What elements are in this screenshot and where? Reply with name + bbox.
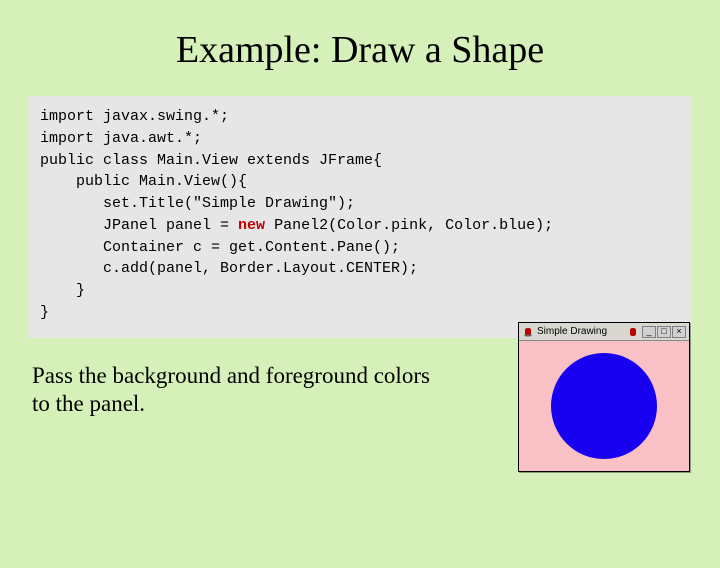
code-line: public Main.View(){ — [40, 171, 680, 193]
explanatory-text: Pass the background and foreground color… — [32, 362, 472, 420]
window-title: Simple Drawing — [537, 326, 624, 337]
minimize-button[interactable]: _ — [642, 326, 656, 338]
code-line: import java.awt.*; — [40, 128, 680, 150]
footnote-line: Pass the background and foreground color… — [32, 362, 472, 391]
java-window: Simple Drawing _ □ × — [518, 322, 690, 472]
window-controls: _ □ × — [642, 326, 686, 338]
code-line: c.add(panel, Border.Layout.CENTER); — [40, 258, 680, 280]
drawing-canvas — [519, 341, 689, 471]
keyword-new: new — [238, 217, 265, 234]
close-button[interactable]: × — [672, 326, 686, 338]
code-line: Container c = get.Content.Pane(); — [40, 237, 680, 259]
code-line: set.Title("Simple Drawing"); — [40, 193, 680, 215]
maximize-button[interactable]: □ — [657, 326, 671, 338]
code-line: public class Main.View extends JFrame{ — [40, 150, 680, 172]
java-cup-icon — [627, 326, 639, 338]
code-line: import javax.swing.*; — [40, 106, 680, 128]
footnote-line: to the panel. — [32, 390, 472, 419]
slide-title: Example: Draw a Shape — [0, 28, 720, 72]
code-line: } — [40, 280, 680, 302]
blue-circle — [551, 353, 657, 459]
code-line: } — [40, 302, 680, 324]
titlebar: Simple Drawing _ □ × — [519, 323, 689, 341]
java-cup-icon — [522, 326, 534, 338]
code-block: import javax.swing.*; import java.awt.*;… — [28, 96, 692, 338]
code-line: JPanel panel = new Panel2(Color.pink, Co… — [40, 215, 680, 237]
